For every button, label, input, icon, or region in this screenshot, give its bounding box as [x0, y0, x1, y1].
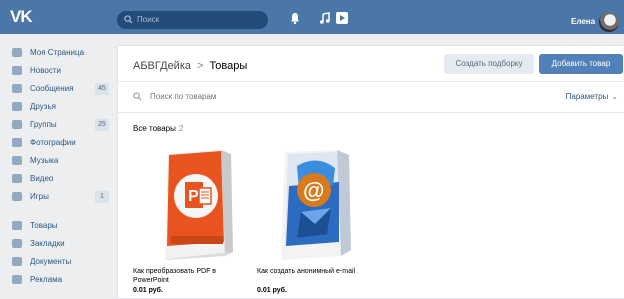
music-note-icon[interactable] — [318, 11, 332, 25]
all-products-heading: Все товары 2 — [133, 124, 183, 133]
user-name[interactable]: Елена — [571, 17, 595, 26]
sidebar-item-games[interactable]: Игры 1 — [0, 188, 115, 206]
play-icon[interactable] — [336, 12, 348, 24]
sidebar-item-label: Реклама — [30, 275, 63, 284]
breadcrumb: АБВГДейка > Товары — [133, 60, 247, 72]
games-icon — [12, 192, 22, 201]
parameters-dropdown[interactable]: Параметры ⌄ — [566, 92, 618, 101]
sidebar-item-label: Музыка — [30, 156, 59, 165]
sidebar-item-photos[interactable]: Фотографии — [0, 134, 115, 152]
product-price: 0.01 руб. — [133, 287, 163, 294]
avatar[interactable] — [599, 12, 619, 32]
top-header: VK Поиск Елена — [0, 0, 624, 34]
all-products-label: Все товары — [133, 124, 176, 133]
home-icon — [12, 48, 22, 57]
search-placeholder: Поиск — [137, 15, 160, 24]
product-card[interactable]: P Как преобразовать PDF в PowerPoint 0.0… — [133, 146, 253, 294]
ads-icon — [12, 275, 22, 284]
sidebar-item-documents[interactable]: Документы — [0, 253, 115, 271]
sidebar-item-messages[interactable]: Сообщения 45 — [0, 80, 115, 98]
sidebar-item-bookmarks[interactable]: Закладки — [0, 235, 115, 253]
search-icon — [133, 92, 142, 101]
product-image-powerpoint-box[interactable]: P — [133, 146, 253, 264]
video-icon — [12, 174, 22, 183]
friends-icon — [12, 102, 22, 111]
groups-icon — [12, 120, 22, 129]
divider — [118, 81, 624, 82]
create-collection-button[interactable]: Создать подборку — [444, 54, 534, 74]
sidebar-item-label: Игры — [30, 192, 49, 201]
sidebar-item-label: Группы — [30, 120, 57, 129]
sidebar-item-label: Моя Страница — [30, 48, 85, 57]
product-title[interactable]: Как создать анонимный e-mail — [257, 267, 377, 276]
count-badge: 25 — [95, 119, 109, 131]
sidebar-item-goods[interactable]: Товары — [0, 217, 115, 235]
product-card[interactable]: @ Как создать анонимный e-mail 0.01 руб. — [257, 146, 377, 294]
documents-icon — [12, 257, 22, 266]
bookmarks-icon — [12, 239, 22, 248]
music-icon — [12, 156, 22, 165]
product-image-email-box[interactable]: @ — [257, 146, 377, 264]
product-search-input[interactable] — [150, 92, 450, 101]
add-product-button[interactable]: Добавить товар — [539, 54, 623, 74]
svg-text:P: P — [188, 188, 199, 205]
count-badge: 45 — [95, 83, 109, 95]
sidebar-separator — [0, 206, 115, 217]
product-price: 0.01 руб. — [257, 287, 287, 294]
sidebar-item-my-page[interactable]: Моя Страница — [0, 44, 115, 62]
sidebar-item-groups[interactable]: Группы 25 — [0, 116, 115, 134]
goods-icon — [12, 221, 22, 230]
sidebar-item-label: Документы — [30, 257, 72, 266]
product-title[interactable]: Как преобразовать PDF в PowerPoint — [133, 267, 253, 285]
messages-icon — [12, 84, 22, 93]
sidebar-item-label: Фотографии — [30, 138, 76, 147]
count-badge: 1 — [95, 191, 109, 203]
page-title: Товары — [209, 60, 248, 72]
sidebar-item-label: Товары — [30, 221, 58, 230]
breadcrumb-group-link[interactable]: АБВГДейка — [133, 60, 191, 72]
search-icon — [124, 15, 133, 24]
global-search[interactable]: Поиск — [117, 11, 268, 29]
sidebar-item-news[interactable]: Новости — [0, 62, 115, 80]
market-panel: АБВГДейка > Товары Создать подборку Добави… — [117, 45, 624, 299]
sidebar-item-video[interactable]: Видео — [0, 170, 115, 188]
sidebar-item-label: Закладки — [30, 239, 65, 248]
photos-icon — [12, 138, 22, 147]
sidebar-item-music[interactable]: Музыка — [0, 152, 115, 170]
sidebar-item-label: Друзья — [30, 102, 56, 111]
sidebar-item-label: Новости — [30, 66, 61, 75]
sidebar-item-friends[interactable]: Друзья — [0, 98, 115, 116]
chevron-down-icon: ⌄ — [611, 92, 618, 101]
sidebar: Моя Страница Новости Сообщения 45 Друзья… — [0, 44, 115, 289]
news-icon — [12, 66, 22, 75]
sidebar-item-label: Видео — [30, 174, 54, 183]
sidebar-item-ads[interactable]: Реклама — [0, 271, 115, 289]
parameters-label: Параметры — [565, 92, 609, 101]
sidebar-item-label: Сообщения — [30, 84, 74, 93]
products-count: 2 — [178, 124, 184, 133]
vk-logo[interactable]: VK — [10, 7, 40, 27]
bell-icon[interactable] — [288, 11, 302, 25]
svg-text:@: @ — [303, 178, 324, 203]
divider — [118, 112, 624, 113]
breadcrumb-separator: > — [197, 60, 204, 72]
